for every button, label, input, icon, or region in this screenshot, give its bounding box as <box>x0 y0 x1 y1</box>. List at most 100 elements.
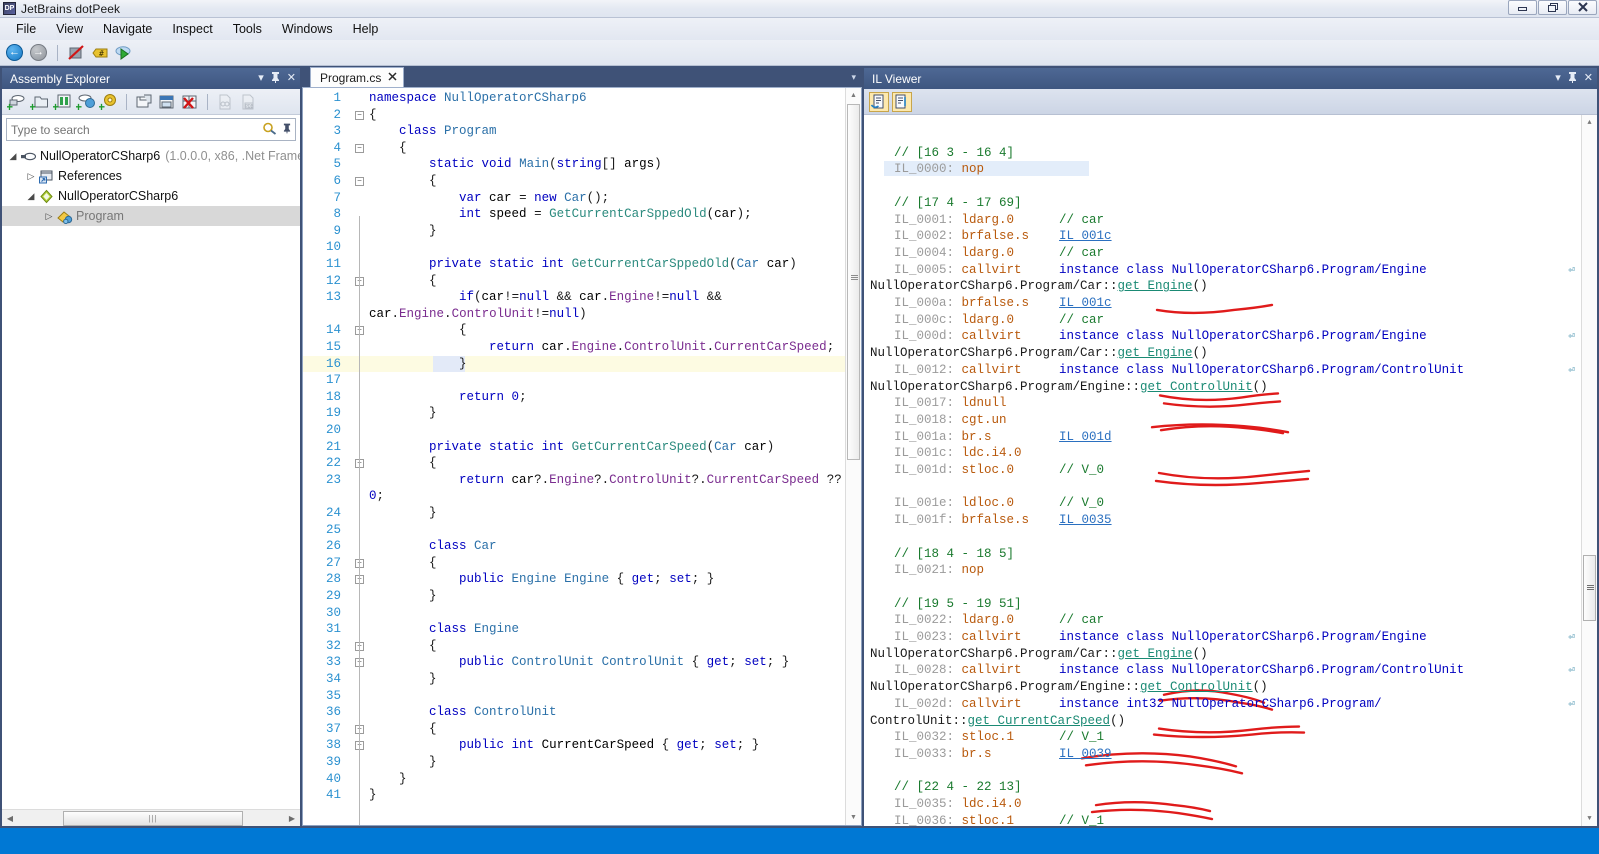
tree-node-references[interactable]: References <box>2 166 300 186</box>
il-instruction-line[interactable]: IL_0033: br.s IL_0039 <box>894 747 1112 761</box>
editor-code-area[interactable]: namespace NullOperatorCSharp6 { class Pro… <box>365 88 861 825</box>
code-line[interactable]: } <box>369 672 437 686</box>
code-line[interactable]: } <box>369 755 437 769</box>
close-button[interactable] <box>1568 0 1597 15</box>
menu-windows[interactable]: Windows <box>272 20 343 38</box>
search-input[interactable] <box>11 122 262 137</box>
panel-menu-icon[interactable]: ▾ <box>258 73 264 84</box>
code-line[interactable]: { <box>369 639 437 653</box>
il-instruction-line[interactable]: IL_0028: callvirt instance class NullOpe… <box>894 663 1464 677</box>
scroll-trough[interactable]: ||| <box>17 810 285 826</box>
code-line[interactable]: } <box>369 506 437 520</box>
code-line[interactable]: } <box>369 224 437 238</box>
menu-tools[interactable]: Tools <box>223 20 272 38</box>
menu-inspect[interactable]: Inspect <box>162 20 222 38</box>
il-instruction-line-wrapped[interactable]: ControlUnit::get_CurrentCarSpeed() <box>870 714 1125 728</box>
code-line[interactable]: class Car <box>369 539 497 553</box>
close-icon[interactable]: ✕ <box>287 73 296 84</box>
il-instruction-line-wrapped[interactable]: NullOperatorCSharp6.Program/Engine::get_… <box>870 380 1268 394</box>
maximize-button[interactable] <box>1538 0 1567 15</box>
code-line[interactable]: private static int GetCurrentCarSpeed(Ca… <box>369 440 774 454</box>
il-instruction-line[interactable]: IL_001c: ldc.i4.0 <box>894 446 1022 460</box>
scroll-down-icon[interactable]: ▼ <box>846 810 861 825</box>
code-line[interactable]: var car = new Car(); <box>369 191 609 205</box>
assembly-tree[interactable]: NullOperatorCSharp6 (1.0.0.0, x86, .Net … <box>2 143 300 809</box>
il-vscrollbar[interactable]: ▲ ▼ <box>1581 115 1597 826</box>
code-editor[interactable]: 12−34−56−789101112−1314−1516171819202122… <box>302 87 862 826</box>
il-instruction-line-wrapped[interactable]: NullOperatorCSharp6.Program/Car::get_Eng… <box>870 346 1208 360</box>
il-instruction-line[interactable]: IL_0021: nop <box>894 563 984 577</box>
il-instruction-line[interactable]: IL_001a: br.s IL_001d <box>894 430 1112 444</box>
assembly-search-row[interactable] <box>6 118 296 141</box>
stop-decompile-icon[interactable] <box>66 43 86 63</box>
scroll-thumb[interactable] <box>1583 555 1596 621</box>
close-icon[interactable] <box>388 71 397 84</box>
open-assembly-icon[interactable]: + <box>6 92 27 114</box>
menu-file[interactable]: File <box>6 20 46 38</box>
il-instruction-line-wrapped[interactable]: NullOperatorCSharp6.Program/Engine::get_… <box>870 680 1268 694</box>
code-line[interactable]: return car?.Engine?.ControlUnit?.Current… <box>369 473 842 487</box>
editor-gutter[interactable]: 12−34−56−789101112−1314−1516171819202122… <box>303 88 365 825</box>
panel-menu-icon[interactable]: ▾ <box>1555 73 1561 84</box>
il-instruction-line[interactable]: IL_000d: callvirt instance class NullOpe… <box>894 329 1427 343</box>
code-line[interactable]: private static int GetCurrentCarSppedOld… <box>369 257 797 271</box>
minimize-button[interactable] <box>1508 0 1537 15</box>
scroll-thumb[interactable]: ||| <box>63 810 243 826</box>
code-line[interactable]: namespace NullOperatorCSharp6 <box>369 91 587 105</box>
code-line[interactable]: return 0; <box>369 390 527 404</box>
tree-node-program[interactable]: Program <box>2 206 300 226</box>
chevron-down-icon[interactable]: ▾ <box>851 72 856 83</box>
open-folder-icon[interactable]: + <box>29 92 50 114</box>
scroll-up-icon[interactable]: ▲ <box>1582 115 1597 130</box>
expand-twisty-icon[interactable] <box>42 211 56 222</box>
source-file-icon[interactable] <box>215 92 235 112</box>
menu-help[interactable]: Help <box>343 20 389 38</box>
il-instruction-line[interactable]: IL_002d: callvirt instance int32 NullOpe… <box>894 697 1382 711</box>
open-list-icon[interactable]: + <box>52 92 73 114</box>
code-line[interactable]: { <box>369 456 437 470</box>
show-metadata-tokens-icon[interactable] <box>892 91 912 112</box>
forward-icon[interactable]: → <box>29 43 49 63</box>
il-instruction-line[interactable]: IL_0000: nop <box>894 162 984 176</box>
pin-icon[interactable] <box>283 123 291 137</box>
il-instruction-line[interactable]: IL_000c: ldarg.0 // car <box>894 313 1104 327</box>
code-line[interactable]: public ControlUnit ControlUnit { get; se… <box>369 655 789 669</box>
code-line[interactable]: return car.Engine.ControlUnit.CurrentCar… <box>369 340 834 354</box>
tree-node-namespace[interactable]: NullOperatorCSharp6 <box>2 186 300 206</box>
il-instruction-line[interactable]: IL_0012: callvirt instance class NullOpe… <box>894 363 1464 377</box>
pin-icon[interactable] <box>1568 71 1577 86</box>
il-sequence-point-comment[interactable]: // [18 4 - 18 5] <box>894 547 1014 561</box>
code-line[interactable]: if(car!=null && car.Engine!=null && <box>369 290 722 304</box>
il-instruction-line[interactable]: IL_0005: callvirt instance class NullOpe… <box>894 263 1427 277</box>
il-instruction-line[interactable]: IL_0002: brfalse.s IL_001c <box>894 229 1112 243</box>
il-instruction-line[interactable]: IL_0036: stloc.1 // V_1 <box>894 814 1104 826</box>
menu-navigate[interactable]: Navigate <box>93 20 162 38</box>
il-code-area[interactable]: ▲ ▼ // [16 3 - 16 4] IL_0000: nop // [17… <box>864 115 1597 826</box>
fold-toggle-icon[interactable]: − <box>355 143 364 153</box>
il-instruction-line[interactable]: IL_001e: ldloc.0 // V_0 <box>894 496 1104 510</box>
il-instruction-line[interactable]: IL_0032: stloc.1 // V_1 <box>894 730 1104 744</box>
tree-node-assembly[interactable]: NullOperatorCSharp6 (1.0.0.0, x86, .Net … <box>2 146 300 166</box>
tag-hash-icon[interactable]: # <box>90 43 110 63</box>
code-line[interactable]: { <box>369 108 377 122</box>
scroll-right-icon[interactable]: ▶ <box>285 814 299 823</box>
close-icon[interactable]: ✕ <box>1584 73 1593 84</box>
expand-twisty-icon[interactable] <box>24 191 38 202</box>
code-line[interactable]: } <box>369 589 437 603</box>
editor-vscrollbar[interactable]: ▲ ▼ <box>845 88 861 825</box>
menu-view[interactable]: View <box>46 20 93 38</box>
pdb-file-icon[interactable]: PDB <box>238 92 258 112</box>
il-instruction-line-wrapped[interactable]: NullOperatorCSharp6.Program/Car::get_Eng… <box>870 279 1208 293</box>
code-line[interactable]: } <box>369 406 437 420</box>
il-instruction-line[interactable]: IL_001f: brfalse.s IL_0035 <box>894 513 1112 527</box>
fold-toggle-icon[interactable]: − <box>355 110 364 120</box>
il-instruction-line[interactable]: IL_0004: ldarg.0 // car <box>894 246 1104 260</box>
scroll-thumb[interactable] <box>847 104 860 460</box>
fold-toggle-icon[interactable]: − <box>355 177 364 186</box>
code-line[interactable]: { <box>369 722 437 736</box>
code-line[interactable]: } <box>369 357 467 371</box>
scroll-down-icon[interactable]: ▼ <box>1582 811 1597 826</box>
code-line[interactable]: { <box>369 174 437 188</box>
il-instruction-line-wrapped[interactable]: NullOperatorCSharp6.Program/Car::get_Eng… <box>870 647 1208 661</box>
il-instruction-line[interactable]: IL_000a: brfalse.s IL_001c <box>894 296 1112 310</box>
